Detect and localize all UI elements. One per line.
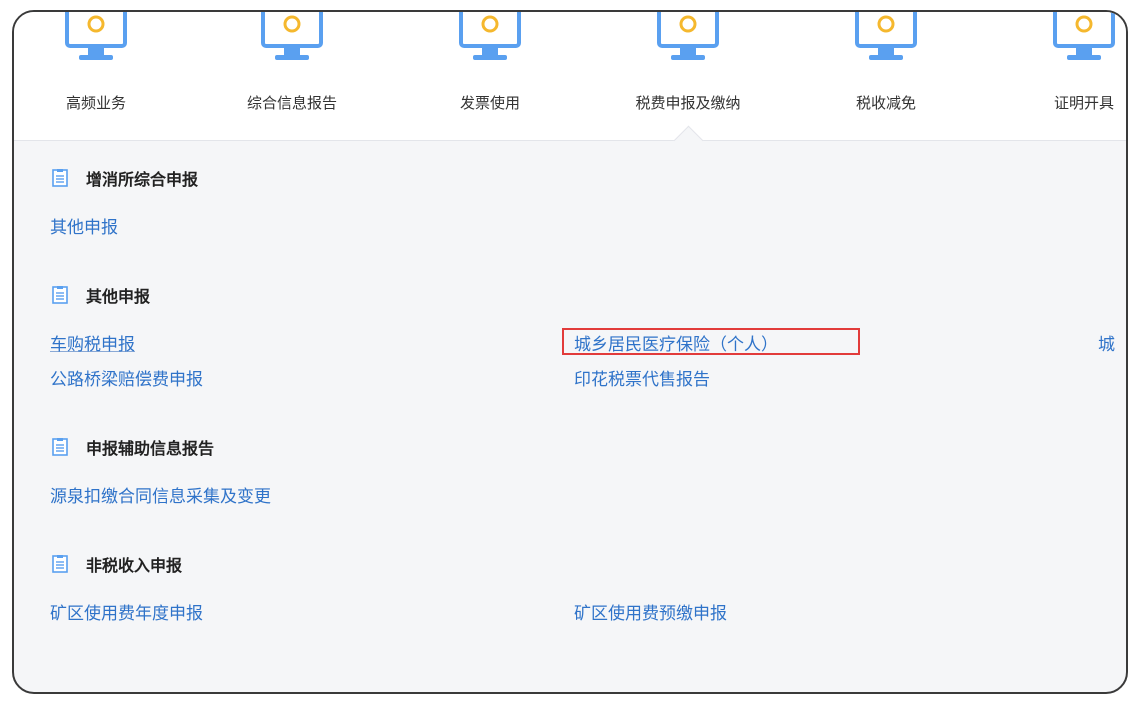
link-mining-fee-annual[interactable]: 矿区使用费年度申报 [50,599,203,624]
link-withholding-contract-info[interactable]: 源泉扣缴合同信息采集及变更 [50,482,271,507]
section-title-text: 非税收入申报 [86,556,183,575]
menu-panel: 增消所综合申报 其他申报 其他申报 车购税申报 城乡居民医疗保险（个人） 城 公… [14,141,1126,692]
document-icon [52,555,68,573]
section-title-text: 申报辅助信息报告 [86,439,215,458]
monitor-icon [1053,12,1115,60]
nav-item-comprehensive-report[interactable]: 综合信息报告 [194,12,390,140]
monitor-icon [459,12,521,60]
document-icon [52,169,68,187]
app-window: 高频业务 综合信息报告 发票使用 税费申报及缴纳 税收减免 证明开具 增消所综合… [12,10,1128,694]
top-navigation: 高频业务 综合信息报告 发票使用 税费申报及缴纳 税收减免 证明开具 [14,12,1126,156]
nav-item-tax-reduction[interactable]: 税收减免 [788,12,984,140]
link-mining-fee-prepay[interactable]: 矿区使用费预缴申报 [574,599,727,624]
link-stamp-tax-sales-report[interactable]: 印花税票代售报告 [574,365,710,390]
nav-item-label: 综合信息报告 [246,94,337,112]
section-title: 其他申报 [50,283,150,307]
section-title: 增消所综合申报 [50,166,198,190]
section-title: 申报辅助信息报告 [50,435,214,459]
link-vehicle-purchase-tax[interactable]: 车购税申报 [50,330,135,355]
nav-item-label: 证明开具 [1053,94,1114,112]
nav-item-label: 高频业务 [65,94,126,112]
nav-item-invoice[interactable]: 发票使用 [392,12,588,140]
link-truncated[interactable]: 城 [1098,330,1115,355]
monitor-icon [65,12,127,60]
nav-item-certificate[interactable]: 证明开具 [986,12,1126,140]
monitor-icon [657,12,719,60]
section-title-text: 其他申报 [86,287,151,306]
section-title-text: 增消所综合申报 [86,170,199,189]
link-other-filing[interactable]: 其他申报 [50,213,118,238]
link-highway-bridge-compensation[interactable]: 公路桥梁赔偿费申报 [50,365,203,390]
highlight-box [562,328,860,355]
nav-item-label: 税费申报及缴纳 [635,94,741,112]
document-icon [52,438,68,456]
nav-item-high-frequency[interactable]: 高频业务 [14,12,194,140]
document-icon [52,286,68,304]
nav-item-tax-filing[interactable]: 税费申报及缴纳 [590,12,786,140]
monitor-icon [855,12,917,60]
section-title: 非税收入申报 [50,552,182,576]
nav-item-label: 发票使用 [459,94,520,112]
monitor-icon [261,12,323,60]
nav-item-label: 税收减免 [855,94,916,112]
